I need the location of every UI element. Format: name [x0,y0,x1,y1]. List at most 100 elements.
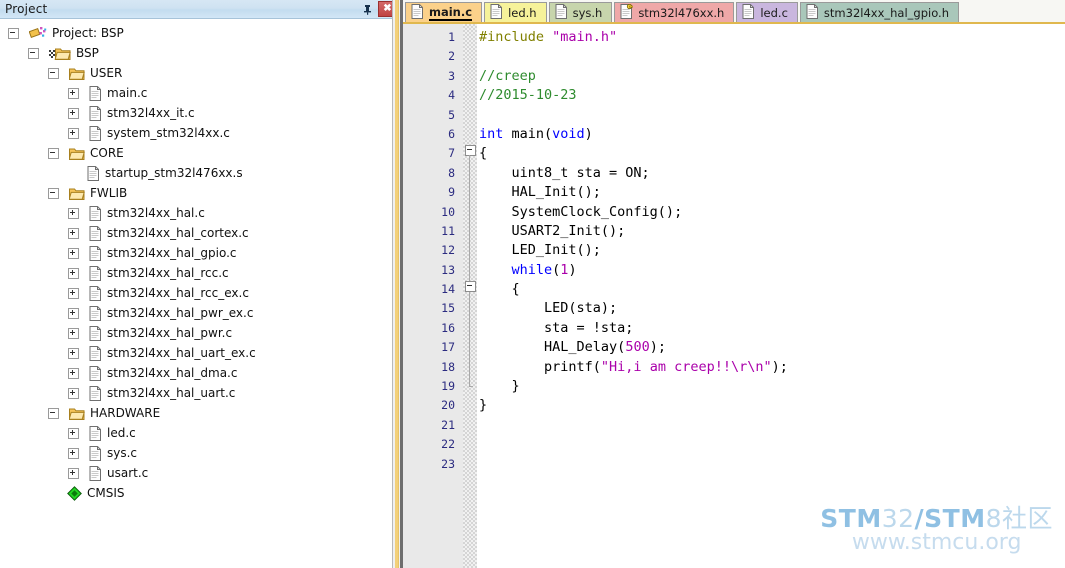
watermark-line-1: STM32/STM8社区 [820,503,1053,533]
tree-item-stm32l4xx-hal-cortex-c[interactable]: stm32l4xx_hal_cortex.c [0,223,392,243]
line-number: 8 [448,165,455,180]
tree-item-label: stm32l4xx_hal_cortex.c [107,226,249,240]
tree-item-usart-c[interactable]: usart.c [0,463,392,483]
file-icon [89,365,102,381]
code-token: ); [649,339,666,356]
tree-item-startup-stm32l476xx-s[interactable]: startup_stm32l476xx.s [0,163,392,183]
tree-expand-icon[interactable] [68,127,79,139]
code-token: ) [568,261,577,278]
tree-item-stm32l4xx-hal-gpio-c[interactable]: stm32l4xx_hal_gpio.c [0,243,392,263]
editor-tab-stm32l4xx-hal-gpio-h[interactable]: stm32l4xx_hal_gpio.h [799,2,959,22]
line-number: 4 [448,88,455,103]
tree-item-stm32l4xx-hal-rcc-c[interactable]: stm32l4xx_hal_rcc.c [0,263,392,283]
tree-item-project-bsp[interactable]: Project: BSP [0,23,392,43]
editor-tab-label: led.c [760,5,788,20]
target-folder-icon [49,47,71,60]
tree-expand-icon[interactable] [68,307,79,319]
watermark-part: /STM [914,503,986,533]
tree-collapse-icon[interactable] [48,407,59,419]
cmsis-icon [67,485,82,501]
tree-expand-icon[interactable] [68,387,79,399]
code-line: 7{ [403,144,1065,163]
code-line: 4 //2015-10-23 [403,86,1065,105]
tree-item-stm32l4xx-hal-uart-c[interactable]: stm32l4xx_hal_uart.c [0,383,392,403]
tree-expand-icon[interactable] [68,467,79,479]
tree-item-system-stm32l4xx-c[interactable]: system_stm32l4xx.c [0,123,392,143]
tree-item-stm32l4xx-hal-pwr-c[interactable]: stm32l4xx_hal_pwr.c [0,323,392,343]
tree-item-core[interactable]: CORE [0,143,392,163]
editor-tab-led-c[interactable]: led.c [736,2,798,22]
tree-collapse-icon[interactable] [48,67,59,79]
fold-toggle-while[interactable] [465,281,476,292]
fold-toggle-main[interactable] [465,145,476,156]
file-icon [89,245,102,261]
line-number: 20 [441,398,455,413]
pin-icon[interactable] [360,2,375,17]
tree-item-main-c[interactable]: main.c [0,83,392,103]
file-icon [89,205,102,221]
tree-item-stm32l4xx-hal-dma-c[interactable]: stm32l4xx_hal_dma.c [0,363,392,383]
code-line-text: uint8_t sta = ON; [479,164,650,183]
tree-item-stm32l4xx-hal-uart-ex-c[interactable]: stm32l4xx_hal_uart_ex.c [0,343,392,363]
code-line: 14 { [403,280,1065,299]
tree-item-label: main.c [107,86,148,100]
tree-expand-icon[interactable] [68,87,79,99]
pane-splitter[interactable] [392,0,403,568]
tree-collapse-icon[interactable] [48,187,59,199]
tree-expand-icon[interactable] [68,447,79,459]
tree-item-stm32l4xx-hal-pwr-ex-c[interactable]: stm32l4xx_hal_pwr_ex.c [0,303,392,323]
watermark-part: 32 [881,503,915,533]
tree-item-fwlib[interactable]: FWLIB [0,183,392,203]
tree-expand-icon[interactable] [68,107,79,119]
tree-expand-icon[interactable] [68,247,79,259]
code-editor[interactable]: 1 #include "main.h" 2 3//creep 4//2015-10-23… [403,24,1065,568]
line-number: 5 [448,107,455,122]
code-token: HAL_Init(); [479,184,601,201]
editor-tab-stm32l476xx-h[interactable]: stm32l476xx.h [614,2,735,22]
tree-expand-icon[interactable] [68,287,79,299]
file-icon [89,125,102,141]
tree-item-bsp[interactable]: BSP [0,43,392,63]
tree-item-sys-c[interactable]: sys.c [0,443,392,463]
code-token: //creep [479,67,536,84]
editor-tab-main-c[interactable]: main.c [405,2,483,22]
code-line: 19 } [403,377,1065,396]
tree-item-led-c[interactable]: led.c [0,423,392,443]
tree-item-label: Project: BSP [52,26,124,40]
code-token: LED(sta); [479,300,618,317]
file-icon [89,225,102,241]
tree-expand-icon[interactable] [68,427,79,439]
tree-item-hardware[interactable]: HARDWARE [0,403,392,423]
tree-expand-icon[interactable] [68,227,79,239]
tree-collapse-icon[interactable] [8,27,19,39]
editor-tab-sys-h[interactable]: sys.h [548,2,613,22]
site-watermark: STM32/STM8社区 www.stmcu.org [820,503,1053,554]
file-icon [89,325,102,341]
tree-expand-icon[interactable] [68,267,79,279]
line-number: 6 [448,126,455,141]
tree-item-user[interactable]: USER [0,63,392,83]
file-icon [806,3,819,22]
tree-item-label: usart.c [107,466,149,480]
tree-expand-icon[interactable] [68,347,79,359]
line-number: 2 [448,49,455,64]
tree-item-label: CORE [90,146,124,160]
tree-item-stm32l4xx-it-c[interactable]: stm32l4xx_it.c [0,103,392,123]
tree-expand-icon[interactable] [68,327,79,339]
line-number: 13 [441,262,455,277]
tree-collapse-icon[interactable] [48,147,59,159]
tree-item-label: CMSIS [87,486,125,500]
code-line: 3 //creep [403,67,1065,86]
tree-item-cmsis[interactable]: CMSIS [0,483,392,503]
editor-tab-led-h[interactable]: led.h [484,2,547,22]
application-window: Project ✖ Project: BSP BSP USER main.c stm32… [0,0,1065,568]
editor-tab-bar[interactable]: main.c led.h sys.h stm32l476xx.h led.c stm32l… [403,0,1065,24]
tree-item-stm32l4xx-hal-rcc-ex-c[interactable]: stm32l4xx_hal_rcc_ex.c [0,283,392,303]
project-tree[interactable]: Project: BSP BSP USER main.c stm32l4xx_it.c s… [0,19,392,568]
tree-expand-icon[interactable] [68,207,79,219]
tree-item-stm32l4xx-hal-c[interactable]: stm32l4xx_hal.c [0,203,392,223]
file-icon [87,165,100,181]
tree-collapse-icon[interactable] [28,47,39,59]
editor-tab-label: led.h [508,5,537,20]
tree-expand-icon[interactable] [68,367,79,379]
